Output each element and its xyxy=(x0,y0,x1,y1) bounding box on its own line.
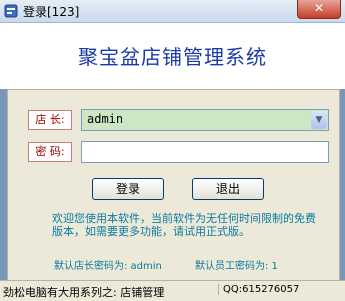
login-panel: 店 长: admin ▼ 密 码: 登录 退出 欢迎您使用本软件，当前软件为无任… xyxy=(7,89,340,282)
title-bar[interactable]: 登录[123] ✕ xyxy=(0,0,345,23)
exit-button[interactable]: 退出 xyxy=(192,178,264,200)
default-manager-password: 默认店长密码为: admin xyxy=(54,261,162,272)
window-title: 登录[123] xyxy=(23,5,80,19)
chevron-down-icon[interactable]: ▼ xyxy=(311,111,327,129)
app-icon xyxy=(4,4,18,18)
notice-text: 欢迎您使用本软件，当前软件为无任何时间限制的免费版本，如需要更多功能，请试用正式… xyxy=(52,212,316,238)
manager-select-value: admin xyxy=(87,112,124,126)
close-icon: ✕ xyxy=(313,1,325,15)
app-title: 聚宝盆店铺管理系统 xyxy=(78,45,267,69)
password-label: 密 码: xyxy=(28,142,72,162)
login-window: 登录[123] ✕ 聚宝盆店铺管理系统 店 长: admin ▼ 密 码: 登录… xyxy=(0,0,345,301)
default-staff-password: 默认员工密码为: 1 xyxy=(195,261,278,272)
password-field[interactable] xyxy=(81,141,329,163)
manager-select[interactable]: admin ▼ xyxy=(81,109,329,131)
login-button[interactable]: 登录 xyxy=(92,178,164,200)
banner: 聚宝盆店铺管理系统 xyxy=(0,23,345,89)
status-bar: 劲松电脑有大用系列之: 店铺管理 QQ:615276057 xyxy=(0,280,345,301)
status-qq: QQ:615276057 xyxy=(218,284,299,295)
close-button[interactable]: ✕ xyxy=(297,0,341,19)
manager-label: 店 长: xyxy=(28,110,72,130)
status-text: 劲松电脑有大用系列之: 店铺管理 xyxy=(3,286,165,299)
